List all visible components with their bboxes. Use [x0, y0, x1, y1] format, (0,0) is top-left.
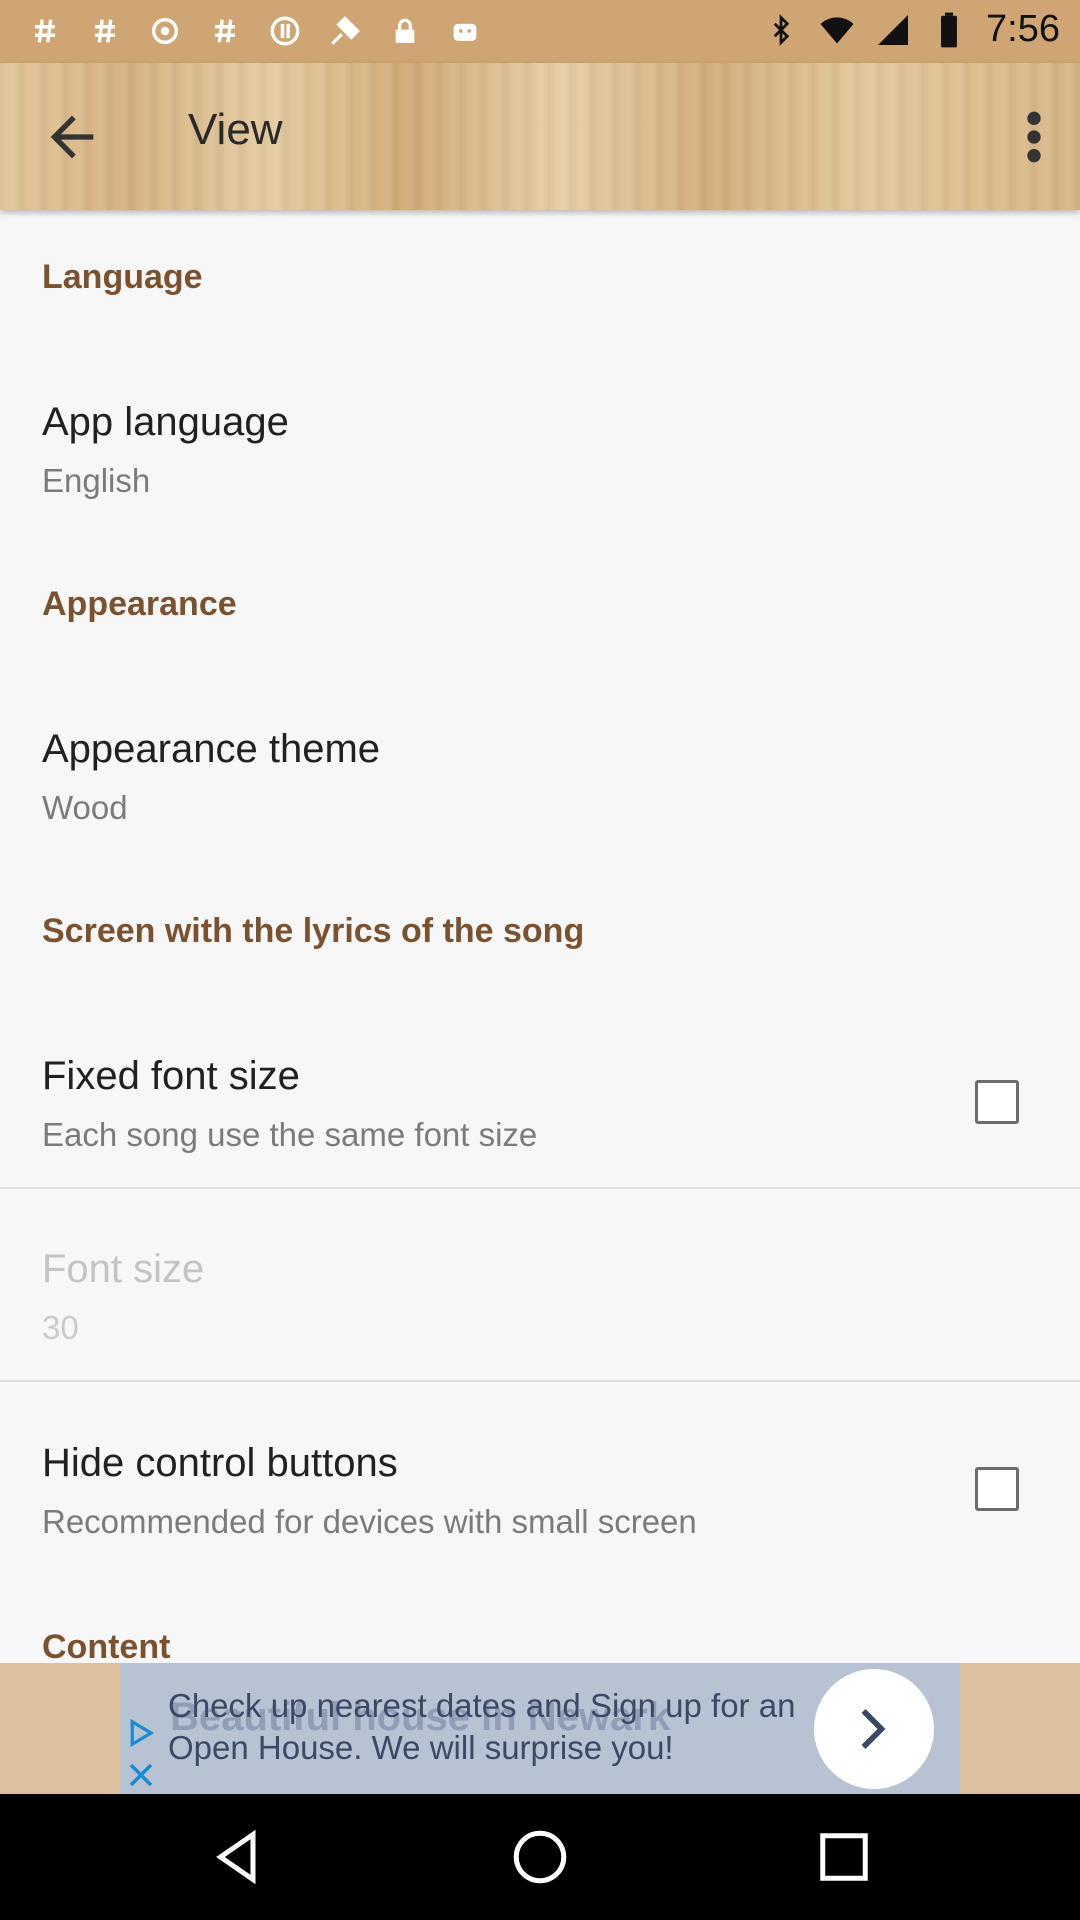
nav-back-button[interactable] [208, 1827, 268, 1887]
signal-icon [874, 11, 912, 49]
chevron-right-icon [861, 1709, 886, 1749]
settings-icon [146, 12, 184, 50]
bluetooth-icon [762, 11, 800, 49]
pref-app-language[interactable]: App language English [0, 380, 1080, 520]
pref-summary: English [42, 462, 151, 499]
pref-title: Appearance theme [42, 727, 381, 771]
pref-fixed-font-size[interactable]: Fixed font size Each song use the same f… [0, 1034, 1080, 1184]
pref-title: Font size [42, 1247, 205, 1291]
hide-control-buttons-checkbox[interactable] [975, 1467, 1019, 1511]
hash-icon [206, 12, 244, 50]
pref-summary: Each song use the same font size [42, 1116, 538, 1153]
ad-choices-icon[interactable] [126, 1716, 156, 1750]
arrow-left-icon [50, 115, 94, 159]
more-vert-icon [1027, 111, 1041, 163]
back-button[interactable] [40, 105, 104, 169]
fake-gps-icon [326, 12, 364, 50]
category-content: Content [42, 1628, 171, 1666]
hash-icon [26, 12, 64, 50]
notification-icons [26, 12, 484, 50]
page-title: View [188, 105, 283, 154]
circle-home-icon [513, 1830, 567, 1884]
divider [0, 1380, 1080, 1382]
pref-summary: Recommended for devices with small scree… [42, 1503, 697, 1540]
category-lyrics-screen: Screen with the lyrics of the song [42, 912, 585, 950]
status-time: 7:56 [986, 8, 1060, 50]
ad-banner[interactable]: Beautiful house in Newark Check up neare… [0, 1663, 1080, 1794]
no-sync-icon [266, 12, 304, 50]
pref-appearance-theme[interactable]: Appearance theme Wood [0, 707, 1080, 847]
lock-icon [386, 12, 424, 50]
pref-summary: Wood [42, 789, 128, 826]
ad-close-icon[interactable] [126, 1760, 156, 1790]
fixed-font-size-checkbox[interactable] [975, 1080, 1019, 1124]
status-bar: 7:56 [0, 0, 1080, 63]
overflow-menu-button[interactable] [1014, 105, 1054, 169]
navigation-bar [0, 1794, 1080, 1920]
divider [0, 1187, 1080, 1189]
ad-cta-button[interactable] [814, 1669, 934, 1789]
wifi-icon [818, 11, 856, 49]
category-appearance: Appearance [42, 585, 237, 623]
pref-title: Hide control buttons [42, 1441, 398, 1485]
pref-title: Fixed font size [42, 1054, 300, 1098]
pref-hide-control-buttons[interactable]: Hide control buttons Recommended for dev… [0, 1421, 1080, 1571]
category-language: Language [42, 258, 203, 296]
system-icons: 7:56 [762, 8, 1060, 51]
pref-title: App language [42, 400, 289, 444]
nav-recents-button[interactable] [814, 1827, 874, 1887]
nav-home-button[interactable] [510, 1827, 570, 1887]
toolbar: View [0, 63, 1080, 210]
square-recents-icon [820, 1833, 868, 1881]
ad-content[interactable]: Beautiful house in Newark Check up neare… [120, 1663, 960, 1794]
ad-text: Check up nearest dates and Sign up for a… [168, 1687, 796, 1766]
pref-font-size: Font size 30 [0, 1227, 1080, 1367]
pref-summary: 30 [42, 1309, 79, 1346]
triangle-back-icon [216, 1829, 256, 1885]
battery-icon [930, 11, 968, 49]
android-icon [446, 12, 484, 50]
hash-icon [86, 12, 124, 50]
